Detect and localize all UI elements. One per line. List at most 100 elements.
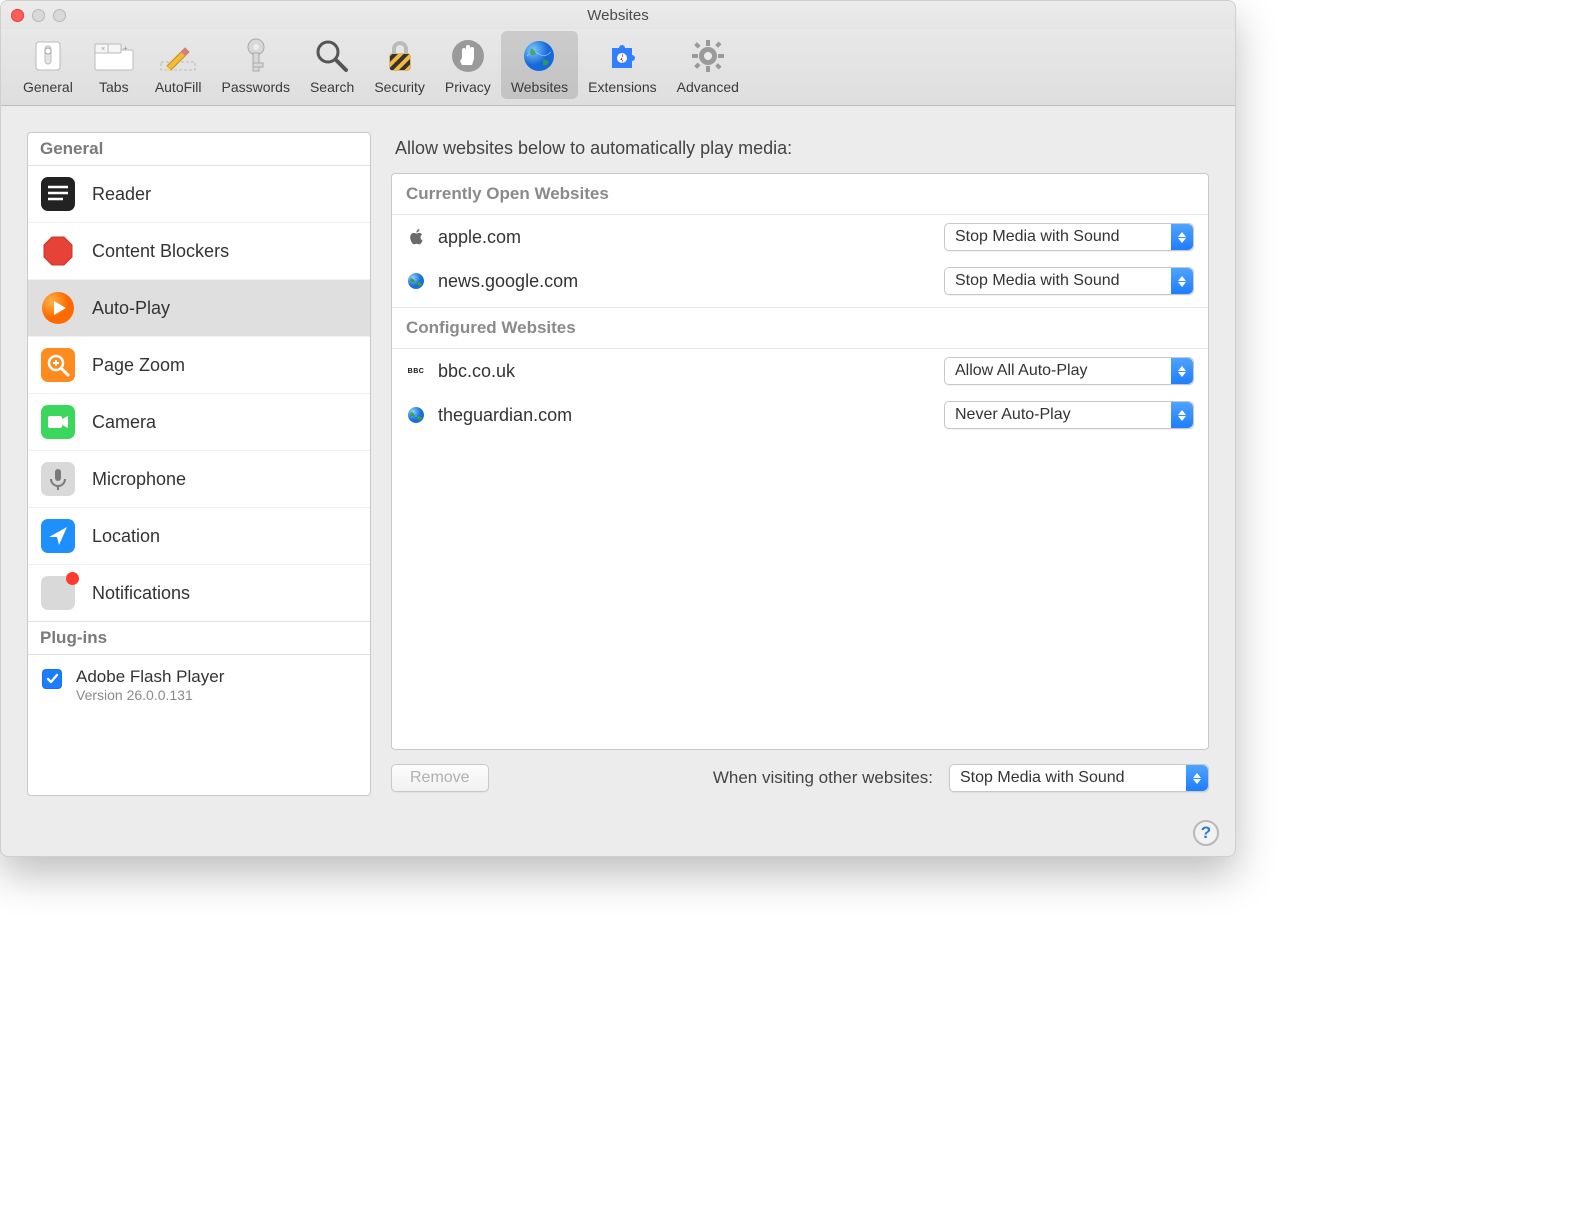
globe-favicon-icon [406, 405, 426, 425]
sidebar-item-location[interactable]: Location [28, 508, 370, 565]
main-heading: Allow websites below to automatically pl… [391, 132, 1209, 173]
remove-button-label: Remove [410, 769, 470, 786]
tab-passwords[interactable]: Passwords [212, 31, 300, 99]
globe-icon [518, 35, 560, 77]
globe-favicon-icon [406, 271, 426, 291]
sidebar-item-camera[interactable]: Camera [28, 394, 370, 451]
other-websites-select[interactable]: Stop Media with Sound [949, 764, 1209, 792]
preferences-window: Websites General ×+ Tabs AutoFill Pa [0, 0, 1236, 857]
tab-advanced-label: Advanced [677, 79, 739, 95]
sidebar-item-microphone[interactable]: Microphone [28, 451, 370, 508]
tab-search-label: Search [310, 79, 354, 95]
hand-icon [447, 35, 489, 77]
tab-passwords-label: Passwords [222, 79, 290, 95]
chevron-updown-icon [1186, 765, 1208, 791]
sidebar: General Reader Content Blockers Auto-Pla… [27, 132, 371, 796]
sidebar-item-label: Reader [92, 184, 151, 205]
site-row-guardian[interactable]: theguardian.com Never Auto-Play [392, 393, 1208, 437]
sidebar-section-plugins: Plug-ins [28, 622, 370, 655]
sidebar-item-label: Content Blockers [92, 241, 229, 262]
tabs-icon: ×+ [93, 35, 135, 77]
footer-row: Remove When visiting other websites: Sto… [391, 750, 1209, 796]
tab-search[interactable]: Search [300, 31, 364, 99]
site-domain: bbc.co.uk [438, 361, 932, 382]
site-domain: theguardian.com [438, 405, 932, 426]
reader-icon [40, 176, 76, 212]
chevron-updown-icon [1171, 268, 1193, 294]
tab-privacy-label: Privacy [445, 79, 491, 95]
play-icon [40, 290, 76, 326]
plugin-version: Version 26.0.0.131 [76, 687, 224, 703]
site-row-google-news[interactable]: news.google.com Stop Media with Sound [392, 259, 1208, 308]
remove-button[interactable]: Remove [391, 764, 489, 792]
window-title: Websites [587, 7, 648, 24]
location-icon [40, 518, 76, 554]
main-panel: Allow websites below to automatically pl… [391, 132, 1209, 796]
sidebar-item-content-blockers[interactable]: Content Blockers [28, 223, 370, 280]
tab-extensions[interactable]: Extensions [578, 31, 666, 99]
sidebar-item-reader[interactable]: Reader [28, 166, 370, 223]
websites-list: Currently Open Websites apple.com Stop M… [391, 173, 1209, 750]
stop-sign-icon [40, 233, 76, 269]
tab-advanced[interactable]: Advanced [667, 31, 749, 99]
select-value: Never Auto-Play [945, 406, 1171, 424]
microphone-icon [40, 461, 76, 497]
chevron-updown-icon [1171, 224, 1193, 250]
sidebar-item-page-zoom[interactable]: Page Zoom [28, 337, 370, 394]
site-domain: news.google.com [438, 271, 932, 292]
tab-security[interactable]: Security [364, 31, 435, 99]
svg-text:×: × [101, 46, 105, 53]
sidebar-item-label: Microphone [92, 469, 186, 490]
sidebar-item-auto-play[interactable]: Auto-Play [28, 280, 370, 337]
other-websites-label: When visiting other websites: [713, 768, 933, 788]
help-icon: ? [1201, 823, 1211, 843]
site-domain: apple.com [438, 227, 932, 248]
help-button[interactable]: ? [1193, 820, 1219, 846]
site-row-apple[interactable]: apple.com Stop Media with Sound [392, 215, 1208, 259]
bbc-favicon-icon: BBC [406, 361, 426, 381]
sidebar-section-general: General [28, 133, 370, 166]
sidebar-item-label: Auto-Play [92, 298, 170, 319]
select-value: Allow All Auto-Play [945, 362, 1171, 380]
notifications-icon [40, 575, 76, 611]
tab-tabs[interactable]: ×+ Tabs [83, 31, 145, 99]
minimize-window-button[interactable] [32, 9, 45, 22]
lock-icon [379, 35, 421, 77]
tab-websites-label: Websites [511, 79, 568, 95]
svg-text:+: + [123, 44, 128, 53]
sidebar-item-label: Notifications [92, 583, 190, 604]
plugin-info: Adobe Flash Player Version 26.0.0.131 [76, 667, 224, 703]
site-setting-select[interactable]: Stop Media with Sound [944, 223, 1194, 251]
zoom-window-button[interactable] [53, 9, 66, 22]
titlebar: Websites [1, 1, 1235, 29]
gear-icon [687, 35, 729, 77]
sidebar-item-label: Camera [92, 412, 156, 433]
site-setting-select[interactable]: Allow All Auto-Play [944, 357, 1194, 385]
plugin-row-flash[interactable]: Adobe Flash Player Version 26.0.0.131 [28, 655, 370, 715]
select-value: Stop Media with Sound [945, 272, 1171, 290]
select-value: Stop Media with Sound [950, 769, 1186, 787]
sidebar-item-notifications[interactable]: Notifications [28, 565, 370, 622]
sidebar-item-label: Location [92, 526, 160, 547]
plugin-checkbox[interactable] [42, 669, 62, 689]
pencil-icon [157, 35, 199, 77]
site-setting-select[interactable]: Stop Media with Sound [944, 267, 1194, 295]
close-window-button[interactable] [11, 9, 24, 22]
site-row-bbc[interactable]: BBC bbc.co.uk Allow All Auto-Play [392, 349, 1208, 393]
group-configured-header: Configured Websites [392, 308, 1208, 349]
tab-tabs-label: Tabs [99, 79, 129, 95]
tab-websites[interactable]: Websites [501, 31, 578, 99]
group-open-header: Currently Open Websites [392, 174, 1208, 215]
chevron-updown-icon [1171, 402, 1193, 428]
tab-extensions-label: Extensions [588, 79, 656, 95]
chevron-updown-icon [1171, 358, 1193, 384]
puzzle-icon [601, 35, 643, 77]
tab-security-label: Security [374, 79, 425, 95]
traffic-lights [11, 9, 66, 22]
camera-icon [40, 404, 76, 440]
tab-privacy[interactable]: Privacy [435, 31, 501, 99]
site-setting-select[interactable]: Never Auto-Play [944, 401, 1194, 429]
select-value: Stop Media with Sound [945, 228, 1171, 246]
tab-general[interactable]: General [13, 31, 83, 99]
tab-autofill[interactable]: AutoFill [145, 31, 212, 99]
